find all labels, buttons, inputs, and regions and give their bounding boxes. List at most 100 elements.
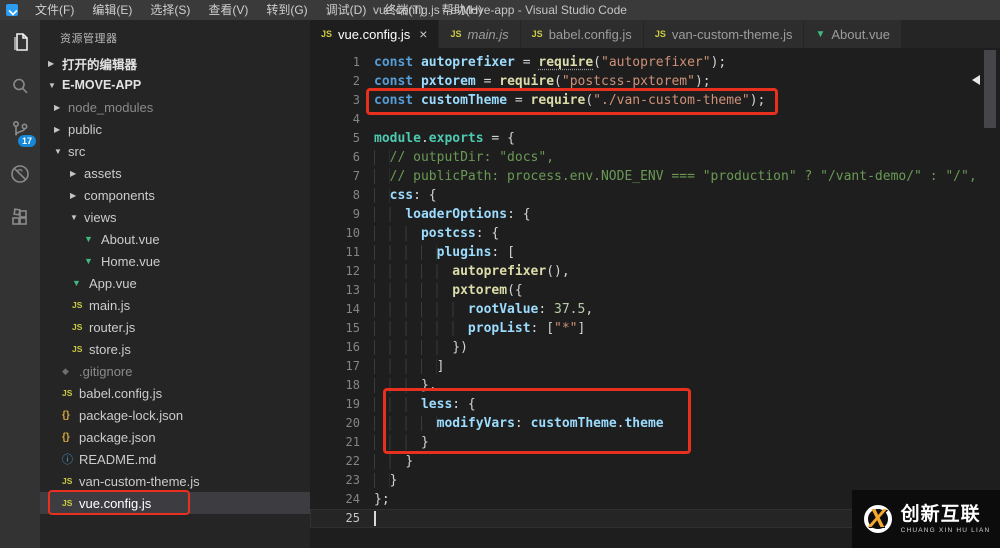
code-text: }): [374, 338, 468, 357]
tab-label: van-custom-theme.js: [671, 26, 793, 42]
tab-van-custom-theme-js[interactable]: JS van-custom-theme.js: [643, 20, 805, 48]
tab-babel-config-js[interactable]: JS babel.config.js: [520, 20, 644, 48]
vue-file-icon: ▼: [84, 234, 93, 244]
line-number: 2: [352, 74, 360, 88]
tab-label: babel.config.js: [548, 26, 632, 42]
source-control-icon[interactable]: 17: [0, 108, 40, 152]
menu-selection[interactable]: 选择(S): [141, 0, 199, 20]
tree-item-打开的编辑器[interactable]: ▶ 打开的编辑器: [40, 52, 310, 74]
code-editor[interactable]: 1 const autoprefixer = require("autoprefi…: [310, 48, 1000, 548]
tree-item-label: README.md: [79, 451, 157, 467]
code-text: css: {: [374, 186, 437, 205]
code-line-15[interactable]: 15 propList: ["*"]: [310, 319, 1000, 338]
code-text: }: [374, 471, 397, 490]
code-text: propList: ["*"]: [374, 319, 585, 338]
js-file-icon: JS: [72, 300, 83, 310]
extensions-icon[interactable]: [0, 196, 40, 240]
tree-item-label: node_modules: [68, 99, 154, 115]
menu-view[interactable]: 查看(V): [199, 0, 257, 20]
line-number: 4: [352, 112, 360, 126]
tree-item-label: assets: [84, 165, 122, 181]
tree-item-label: App.vue: [89, 275, 137, 291]
code-text: }: [374, 452, 413, 471]
line-number: 7: [352, 169, 360, 183]
code-line-22[interactable]: 22 }: [310, 452, 1000, 471]
code-line-7[interactable]: 7 // publicPath: process.env.NODE_ENV ==…: [310, 167, 1000, 186]
code-line-17[interactable]: 17 ]: [310, 357, 1000, 376]
code-line-16[interactable]: 16 }): [310, 338, 1000, 357]
code-line-1[interactable]: 1 const autoprefixer = require("autoprefi…: [310, 53, 1000, 72]
tree-item-store-js[interactable]: JS store.js: [40, 338, 310, 360]
line-number: 13: [345, 283, 360, 297]
tree-item-label: E-MOVE-APP: [62, 78, 142, 92]
code-line-11[interactable]: 11 plugins: [: [310, 243, 1000, 262]
chevron-down-icon: ▼: [70, 212, 78, 222]
code-line-13[interactable]: 13 pxtorem({: [310, 281, 1000, 300]
code-text: // publicPath: process.env.NODE_ENV === …: [374, 167, 977, 186]
search-icon[interactable]: [0, 64, 40, 108]
tree-item-views[interactable]: ▼ views: [40, 206, 310, 228]
watermark-logo-icon: X: [862, 503, 894, 535]
tab-main-js[interactable]: JS main.js: [439, 20, 521, 48]
menu-edit[interactable]: 编辑(E): [83, 0, 141, 20]
code-line-9[interactable]: 9 loaderOptions: {: [310, 205, 1000, 224]
debug-icon[interactable]: [0, 152, 40, 196]
code-line-10[interactable]: 10 postcss: {: [310, 224, 1000, 243]
line-number: 1: [352, 55, 360, 69]
code-line-5[interactable]: 5 module.exports = {: [310, 129, 1000, 148]
tree-item-components[interactable]: ▶ components: [40, 184, 310, 206]
close-icon[interactable]: ×: [419, 26, 427, 42]
tree-item-e-move-app[interactable]: ▼ E-MOVE-APP: [40, 74, 310, 96]
chevron-right-icon: ▶: [54, 124, 61, 134]
tree-item-label: router.js: [89, 319, 136, 335]
line-number: 8: [352, 188, 360, 202]
tree-item-node-modules[interactable]: ▶ node_modules: [40, 96, 310, 118]
code-line-6[interactable]: 6 // outputDir: "docs",: [310, 148, 1000, 167]
menu-help[interactable]: 帮助(H): [433, 0, 492, 20]
chevron-down-icon: ▼: [48, 80, 56, 90]
code-line-12[interactable]: 12 autoprefixer(),: [310, 262, 1000, 281]
explorer-icon[interactable]: [0, 20, 40, 64]
tree-item-label: Home.vue: [101, 253, 161, 269]
code-text: loaderOptions: {: [374, 205, 531, 224]
js-file-icon: JS: [450, 29, 462, 39]
text-cursor: [374, 511, 376, 526]
tab-about-vue[interactable]: ▼ About.vue: [804, 20, 902, 48]
tree-item-public[interactable]: ▶ public: [40, 118, 310, 140]
tree-item-assets[interactable]: ▶ assets: [40, 162, 310, 184]
code-line-14[interactable]: 14 rootValue: 37.5,: [310, 300, 1000, 319]
tree-item-package-json[interactable]: {} package.json: [40, 426, 310, 448]
menu-go[interactable]: 转到(G): [257, 0, 316, 20]
line-number: 9: [352, 207, 360, 221]
tree-item-babel-config-js[interactable]: JS babel.config.js: [40, 382, 310, 404]
tab-vue-config-js[interactable]: JS vue.config.js ×: [310, 20, 440, 48]
menu-bar: 文件(F) 编辑(E) 选择(S) 查看(V) 转到(G) 调试(D) 终端(T) 帮助(H): [26, 0, 491, 20]
tree-item-label: main.js: [89, 297, 131, 313]
code-line-8[interactable]: 8 css: {: [310, 186, 1000, 205]
code-text: autoprefixer(),: [374, 262, 570, 281]
vue-file-icon: ▼: [72, 278, 81, 288]
tree-item-van-custom-theme-js[interactable]: JS van-custom-theme.js: [40, 470, 310, 492]
tree-item-router-js[interactable]: JS router.js: [40, 316, 310, 338]
js-file-icon: JS: [72, 344, 83, 354]
menu-file[interactable]: 文件(F): [26, 0, 83, 20]
menu-terminal[interactable]: 终端(T): [375, 0, 432, 20]
tree-item-readme-md[interactable]: ⓘ README.md: [40, 448, 310, 470]
tree-item-label: van-custom-theme.js: [79, 473, 200, 489]
tree-item-src[interactable]: ▼ src: [40, 140, 310, 162]
tree-item-about-vue[interactable]: ▼ About.vue: [40, 228, 310, 250]
tree-item-home-vue[interactable]: ▼ Home.vue: [40, 250, 310, 272]
js-file-icon: JS: [62, 388, 73, 398]
tree-item-gitignore[interactable]: ◆ .gitignore: [40, 360, 310, 382]
tree-item-main-js[interactable]: JS main.js: [40, 294, 310, 316]
scrollbar-thumb[interactable]: [984, 50, 996, 128]
line-number: 23: [345, 473, 360, 487]
code-line-23[interactable]: 23 }: [310, 471, 1000, 490]
menu-debug[interactable]: 调试(D): [317, 0, 376, 20]
line-number: 11: [345, 245, 360, 259]
code-text: [374, 509, 376, 528]
tree-item-package-lock-json[interactable]: {} package-lock.json: [40, 404, 310, 426]
watermark-subtitle: CHUANG XIN HU LIAN: [900, 527, 991, 534]
tree-item-app-vue[interactable]: ▼ App.vue: [40, 272, 310, 294]
chevron-down-icon: ▼: [54, 146, 62, 156]
